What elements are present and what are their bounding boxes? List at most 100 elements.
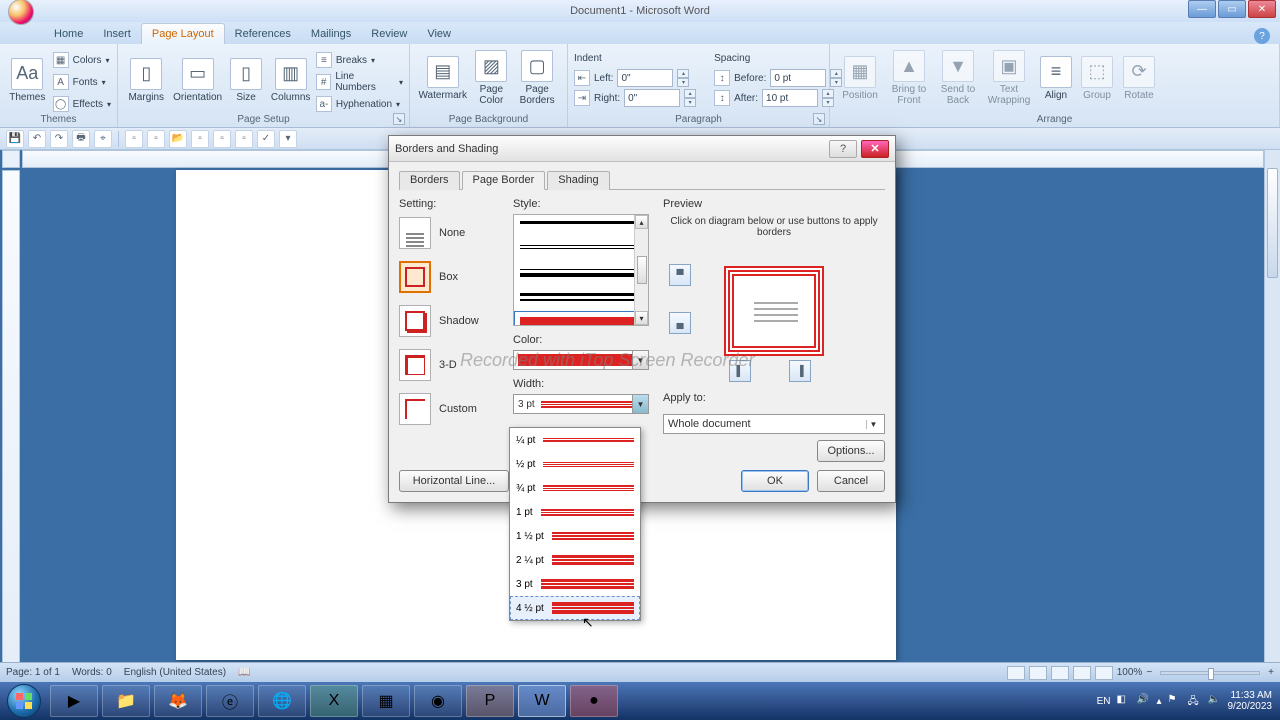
page-setup-launcher[interactable]: ↘ bbox=[393, 113, 405, 125]
help-icon[interactable]: ? bbox=[1254, 28, 1270, 44]
qat-print-preview[interactable]: 🖶 bbox=[72, 130, 90, 148]
watermark-button[interactable]: ▤Watermark bbox=[416, 46, 469, 110]
columns-button[interactable]: ▥Columns bbox=[267, 46, 313, 114]
tray-show-hidden[interactable]: ▴ bbox=[1156, 696, 1161, 707]
qat-save[interactable]: 💾 bbox=[6, 130, 24, 148]
zoom-out[interactable]: − bbox=[1146, 667, 1152, 678]
horizontal-line-button[interactable]: Horizontal Line... bbox=[399, 470, 509, 492]
preview-diagram[interactable]: ▀ ▄ ▌ ▐ bbox=[663, 246, 885, 376]
dialog-titlebar[interactable]: Borders and Shading ? ✕ bbox=[389, 136, 895, 162]
scroll-thumb[interactable] bbox=[1267, 168, 1278, 278]
width-combo[interactable]: 3 pt▼ bbox=[513, 394, 649, 414]
qat-btn11[interactable]: ▫ bbox=[235, 130, 253, 148]
style-listbox[interactable]: ▴▾ bbox=[513, 214, 649, 326]
maximize-button[interactable]: ▭ bbox=[1218, 0, 1246, 18]
style-scroll-up[interactable]: ▴ bbox=[635, 215, 648, 229]
tab-references[interactable]: References bbox=[225, 24, 301, 44]
start-button[interactable] bbox=[0, 682, 48, 720]
qat-btn10[interactable]: ▫ bbox=[213, 130, 231, 148]
margins-button[interactable]: ▯Margins bbox=[124, 46, 169, 114]
status-language[interactable]: English (United States) bbox=[124, 667, 226, 678]
paragraph-launcher[interactable]: ↘ bbox=[813, 113, 825, 125]
border-bottom-button[interactable]: ▄ bbox=[669, 312, 691, 334]
taskbar-clock[interactable]: 11:33 AM 9/20/2023 bbox=[1228, 690, 1273, 712]
tray-volume2-icon[interactable]: 🔈 bbox=[1208, 694, 1222, 708]
taskbar-app2[interactable]: ▦ bbox=[362, 685, 410, 717]
indent-left-field[interactable]: 0" bbox=[617, 69, 673, 87]
qat-redo[interactable]: ↷ bbox=[50, 130, 68, 148]
qat-btn5[interactable]: ⌖ bbox=[94, 130, 112, 148]
view-draft[interactable] bbox=[1095, 666, 1113, 680]
spacing-before-field[interactable]: 0 pt bbox=[770, 69, 826, 87]
qat-open[interactable]: 📂 bbox=[169, 130, 187, 148]
qat-new[interactable]: ▫ bbox=[125, 130, 143, 148]
tab-shading[interactable]: Shading bbox=[547, 171, 609, 190]
width-option-1[interactable]: ½ pt bbox=[510, 452, 640, 476]
setting-box[interactable]: Box bbox=[399, 258, 499, 296]
size-button[interactable]: ▯Size bbox=[227, 46, 266, 114]
taskbar-explorer[interactable]: 📁 bbox=[102, 685, 150, 717]
indent-right-field[interactable]: 0" bbox=[624, 89, 680, 107]
close-button[interactable]: ✕ bbox=[1248, 0, 1276, 18]
tab-mailings[interactable]: Mailings bbox=[301, 24, 361, 44]
ruler-corner[interactable] bbox=[2, 150, 20, 168]
border-right-button[interactable]: ▐ bbox=[789, 360, 811, 382]
tab-insert[interactable]: Insert bbox=[93, 24, 141, 44]
cancel-button[interactable]: Cancel bbox=[817, 470, 885, 492]
tray-action-center-icon[interactable]: ⚑ bbox=[1168, 694, 1182, 708]
view-outline[interactable] bbox=[1073, 666, 1091, 680]
width-option-0[interactable]: ¼ pt bbox=[510, 428, 640, 452]
style-scroll-thumb[interactable] bbox=[637, 256, 647, 284]
apply-to-combo[interactable]: Whole document▼ bbox=[663, 414, 885, 434]
theme-effects-button[interactable]: ◯Effects▾ bbox=[53, 94, 111, 114]
taskbar-word[interactable]: W bbox=[518, 685, 566, 717]
zoom-level[interactable]: 100% bbox=[1117, 667, 1143, 678]
line-numbers-button[interactable]: #Line Numbers▾ bbox=[316, 72, 403, 92]
zoom-in[interactable]: + bbox=[1268, 667, 1274, 678]
page-borders-button[interactable]: ▢Page Borders bbox=[513, 46, 561, 110]
status-proofing-icon[interactable]: 📖 bbox=[238, 667, 250, 678]
page-color-button[interactable]: ▨Page Color bbox=[469, 46, 513, 110]
width-option-2[interactable]: ¾ pt bbox=[510, 476, 640, 500]
width-option-5[interactable]: 2 ¼ pt bbox=[510, 548, 640, 572]
breaks-button[interactable]: ≡Breaks▾ bbox=[316, 50, 403, 70]
style-scroll-down[interactable]: ▾ bbox=[635, 311, 648, 325]
width-option-4[interactable]: 1 ½ pt bbox=[510, 524, 640, 548]
dialog-help-button[interactable]: ? bbox=[829, 140, 857, 158]
taskbar-recorder[interactable]: ● bbox=[570, 685, 618, 717]
minimize-button[interactable]: — bbox=[1188, 0, 1216, 18]
tab-home[interactable]: Home bbox=[44, 24, 93, 44]
taskbar-media-player[interactable]: ▶ bbox=[50, 685, 98, 717]
vertical-ruler[interactable] bbox=[2, 170, 20, 682]
tab-page-layout[interactable]: Page Layout bbox=[141, 23, 225, 44]
width-option-3[interactable]: 1 pt bbox=[510, 500, 640, 524]
tab-review[interactable]: Review bbox=[361, 24, 417, 44]
taskbar-excel[interactable]: X bbox=[310, 685, 358, 717]
tray-volume-icon[interactable]: 🔊 bbox=[1136, 694, 1150, 708]
themes-button[interactable]: Aa Themes bbox=[6, 46, 49, 114]
align-button[interactable]: ≡Align bbox=[1036, 46, 1076, 110]
border-left-button[interactable]: ▌ bbox=[729, 360, 751, 382]
setting-custom[interactable]: Custom bbox=[399, 390, 499, 428]
tab-view[interactable]: View bbox=[417, 24, 461, 44]
status-words[interactable]: Words: 0 bbox=[72, 667, 112, 678]
view-web-layout[interactable] bbox=[1051, 666, 1069, 680]
status-page[interactable]: Page: 1 of 1 bbox=[6, 667, 60, 678]
view-full-screen[interactable] bbox=[1029, 666, 1047, 680]
spacing-after-field[interactable]: 10 pt bbox=[762, 89, 818, 107]
tray-network-icon[interactable]: 🖧 bbox=[1188, 694, 1202, 708]
taskbar-powerpoint[interactable]: P bbox=[466, 685, 514, 717]
qat-btn12[interactable]: ✓ bbox=[257, 130, 275, 148]
zoom-slider[interactable] bbox=[1160, 671, 1260, 675]
qat-btn9[interactable]: ▫ bbox=[191, 130, 209, 148]
taskbar-ie[interactable]: ⓔ bbox=[206, 685, 254, 717]
taskbar-app1[interactable]: 🌐 bbox=[258, 685, 306, 717]
indent-right-spin[interactable]: ▴▾ bbox=[684, 89, 696, 107]
tab-borders[interactable]: Borders bbox=[399, 171, 460, 190]
orientation-button[interactable]: ▭Orientation bbox=[171, 46, 225, 114]
tray-icon[interactable]: ◧ bbox=[1116, 694, 1130, 708]
qat-more[interactable]: ▾ bbox=[279, 130, 297, 148]
color-combo[interactable]: ▼ bbox=[513, 350, 649, 370]
qat-btn7[interactable]: ▫ bbox=[147, 130, 165, 148]
border-top-button[interactable]: ▀ bbox=[669, 264, 691, 286]
